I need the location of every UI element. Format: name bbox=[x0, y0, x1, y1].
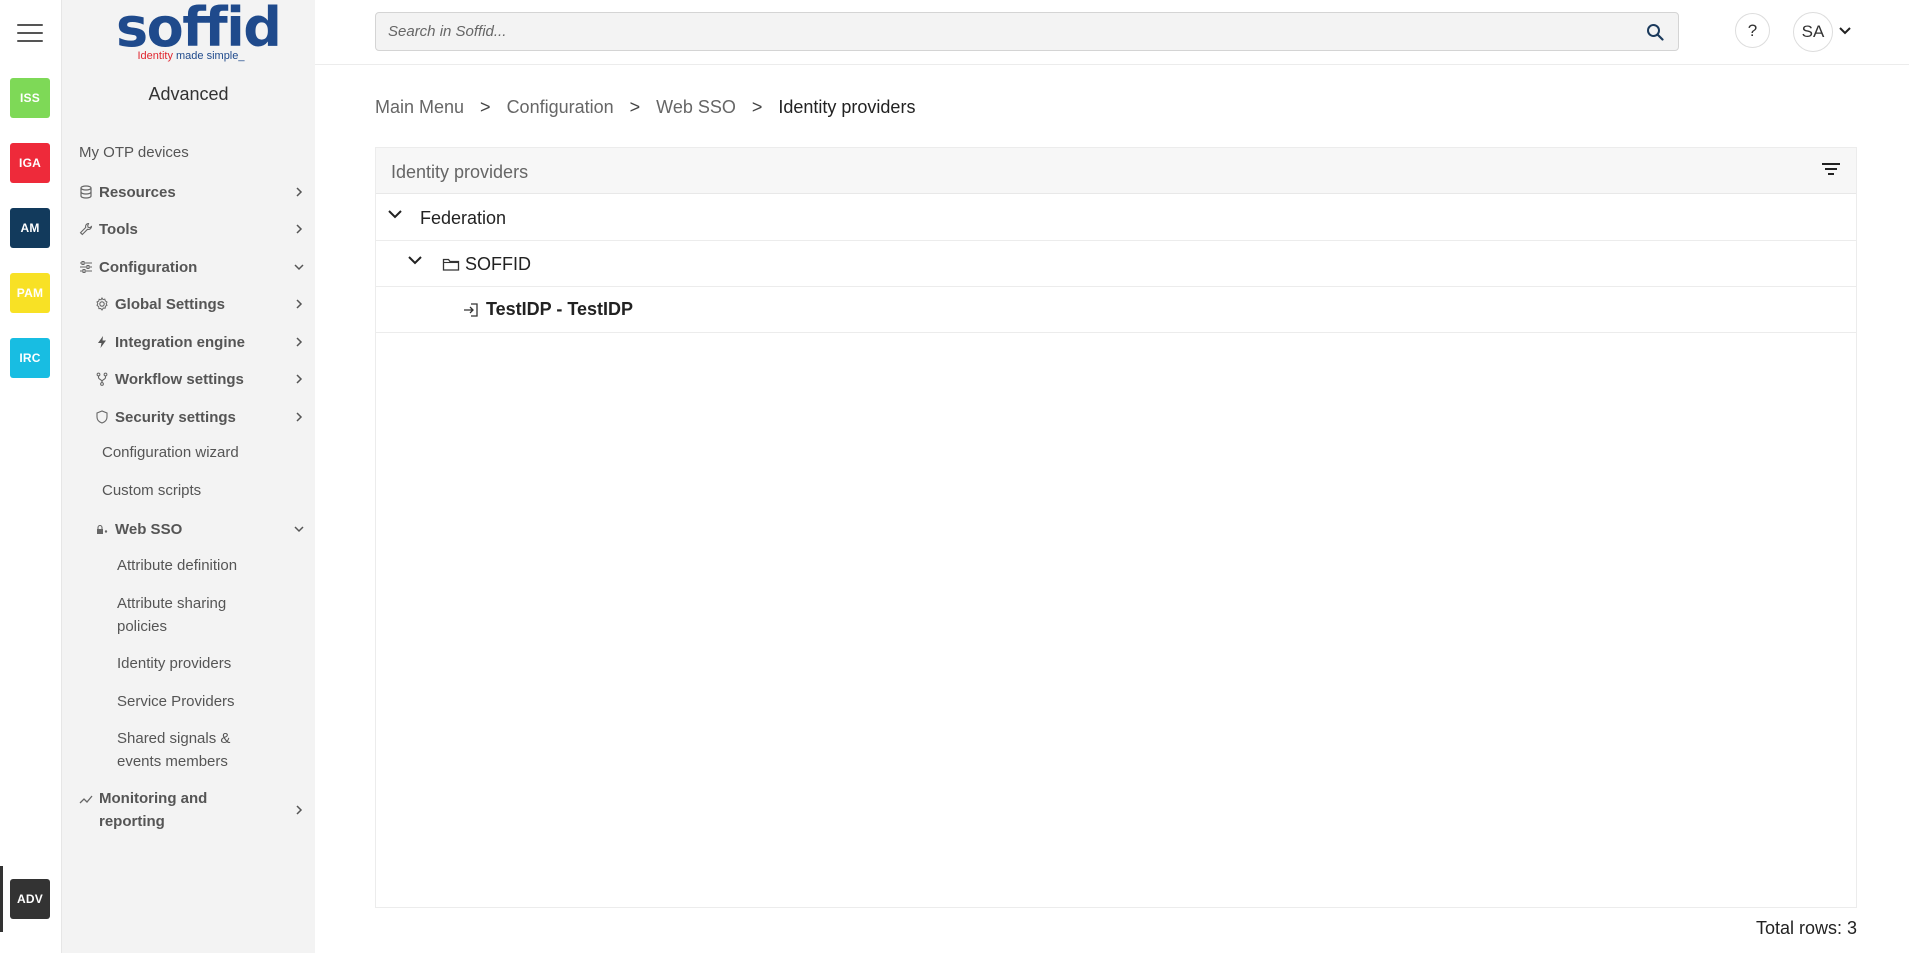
chevron-down-icon[interactable] bbox=[294, 262, 304, 272]
identity-providers-panel: Identity providers Federation SOFFID Tes… bbox=[375, 147, 1857, 908]
sliders-icon bbox=[79, 260, 93, 274]
chevron-down-icon[interactable] bbox=[387, 208, 403, 220]
shield-icon bbox=[95, 410, 109, 424]
hamburger-menu-icon[interactable] bbox=[17, 24, 43, 44]
sidebar-item-otp-devices[interactable]: My OTP devices bbox=[79, 144, 189, 161]
breadcrumb-web-sso[interactable]: Web SSO bbox=[656, 97, 736, 118]
global-search bbox=[375, 12, 1679, 51]
app-badge-am[interactable]: AM bbox=[10, 208, 50, 248]
chevron-right-icon[interactable] bbox=[294, 187, 304, 197]
chevron-right-icon[interactable] bbox=[294, 224, 304, 234]
panel-header: Identity providers bbox=[376, 148, 1856, 194]
breadcrumb-main-menu[interactable]: Main Menu bbox=[375, 97, 464, 118]
breadcrumb-separator: > bbox=[751, 97, 763, 117]
sidebar: soffid Identity made simple_ Advanced My… bbox=[62, 0, 315, 953]
user-avatar[interactable]: SA bbox=[1793, 12, 1833, 52]
chevron-down-icon[interactable] bbox=[294, 524, 304, 534]
sidebar-item-label: Configuration bbox=[99, 258, 198, 276]
sidebar-item-security-settings[interactable]: Security settings bbox=[95, 407, 315, 427]
app-badge-iga[interactable]: IGA bbox=[10, 143, 50, 183]
panel-title: Identity providers bbox=[391, 162, 529, 182]
breadcrumb-separator: > bbox=[629, 97, 641, 117]
chevron-down-icon[interactable] bbox=[1838, 26, 1852, 36]
tree-label: TestIDP - TestIDP bbox=[486, 299, 634, 319]
sidebar-item-label: Web SSO bbox=[115, 520, 183, 538]
sidebar-item-workflow-settings[interactable]: Workflow settings bbox=[95, 369, 315, 389]
chart-line-icon bbox=[79, 792, 93, 806]
branch-icon bbox=[95, 372, 109, 386]
sidebar-item-configuration-wizard[interactable]: Configuration wizard bbox=[102, 444, 239, 461]
tree-row-testidp[interactable]: TestIDP - TestIDP bbox=[376, 287, 1856, 333]
sidebar-item-shared-signals[interactable]: Shared signals & events members bbox=[117, 727, 230, 773]
lock-key-icon bbox=[95, 522, 109, 536]
app-badge-irc[interactable]: IRC bbox=[10, 338, 50, 378]
sidebar-item-integration-engine[interactable]: Integration engine bbox=[95, 332, 315, 352]
sidebar-item-custom-scripts[interactable]: Custom scripts bbox=[102, 482, 201, 499]
sidebar-item-label: Tools bbox=[99, 220, 138, 238]
sidebar-item-monitoring-reporting[interactable]: Monitoring and reporting bbox=[79, 787, 315, 833]
soffid-logo[interactable]: soffid Identity made simple_ bbox=[116, 0, 282, 66]
search-icon[interactable] bbox=[1646, 23, 1664, 41]
tree-row-federation[interactable]: Federation bbox=[376, 195, 1856, 241]
app-badge-iss[interactable]: ISS bbox=[10, 78, 50, 118]
logo-tagline: Identity made simple_ bbox=[116, 50, 266, 62]
folder-icon bbox=[442, 258, 460, 271]
logo-tagline-rest: made simple_ bbox=[172, 50, 245, 62]
sidebar-item-global-settings[interactable]: Global Settings bbox=[95, 294, 315, 314]
sidebar-item-label: Workflow settings bbox=[115, 370, 244, 388]
tree-row-soffid[interactable]: SOFFID bbox=[376, 241, 1856, 287]
sidebar-item-tools[interactable]: Tools bbox=[79, 219, 315, 239]
sidebar-item-resources[interactable]: Resources bbox=[79, 182, 315, 202]
sidebar-item-service-providers[interactable]: Service Providers bbox=[117, 693, 235, 710]
header-divider bbox=[315, 64, 1909, 65]
sidebar-item-web-sso[interactable]: Web SSO bbox=[95, 519, 315, 539]
app-badge-adv[interactable]: ADV bbox=[10, 879, 50, 919]
breadcrumb-current: Identity providers bbox=[778, 97, 916, 117]
sidebar-item-attribute-definition[interactable]: Attribute definition bbox=[117, 557, 237, 574]
sidebar-item-label: Attribute sharing bbox=[117, 595, 227, 612]
total-rows: Total rows: 3 bbox=[1755, 918, 1857, 938]
sidebar-item-label: Resources bbox=[99, 183, 176, 201]
sidebar-section-title: Advanced bbox=[148, 84, 229, 104]
chevron-right-icon[interactable] bbox=[294, 299, 304, 309]
sidebar-item-label: events members bbox=[117, 753, 228, 770]
logo-tagline-red: Identity bbox=[137, 50, 173, 62]
tree-label: Federation bbox=[420, 208, 507, 228]
login-icon bbox=[464, 303, 478, 317]
breadcrumb-separator: > bbox=[480, 97, 491, 117]
chevron-right-icon[interactable] bbox=[294, 337, 304, 347]
tree-label: SOFFID bbox=[465, 254, 531, 274]
sidebar-item-identity-providers[interactable]: Identity providers bbox=[117, 655, 231, 672]
sidebar-item-label: Global Settings bbox=[115, 295, 226, 313]
chevron-right-icon[interactable] bbox=[294, 412, 304, 422]
search-input[interactable] bbox=[388, 13, 1618, 50]
filter-icon[interactable] bbox=[1820, 160, 1842, 180]
chevron-down-icon[interactable] bbox=[407, 254, 423, 266]
lightning-icon bbox=[95, 335, 109, 349]
app-rail: ISS IGA AM PAM IRC ADV bbox=[0, 0, 62, 953]
breadcrumb-configuration[interactable]: Configuration bbox=[507, 97, 614, 118]
sidebar-item-label: policies bbox=[117, 618, 168, 635]
chevron-right-icon[interactable] bbox=[294, 374, 304, 384]
chevron-right-icon[interactable] bbox=[294, 805, 304, 815]
sidebar-item-label: Integration engine bbox=[115, 333, 246, 351]
sidebar-item-label: Shared signals & bbox=[117, 730, 231, 747]
rail-selection-indicator bbox=[0, 866, 3, 932]
sidebar-item-label: Security settings bbox=[115, 408, 236, 426]
app-badge-pam[interactable]: PAM bbox=[10, 273, 50, 313]
sidebar-item-label: reporting bbox=[99, 813, 165, 830]
gear-icon bbox=[95, 297, 109, 311]
database-icon bbox=[79, 185, 93, 199]
sidebar-item-label-group: Monitoring and reporting bbox=[99, 787, 207, 833]
sidebar-item-attribute-sharing-policies[interactable]: Attribute sharing policies bbox=[117, 592, 226, 638]
sidebar-item-configuration[interactable]: Configuration bbox=[79, 257, 315, 277]
sidebar-item-label: Monitoring and bbox=[99, 790, 208, 807]
wrench-icon bbox=[79, 222, 93, 236]
help-button[interactable]: ? bbox=[1735, 13, 1770, 48]
breadcrumb: Main Menu > Configuration > Web SSO > Id… bbox=[375, 97, 915, 118]
